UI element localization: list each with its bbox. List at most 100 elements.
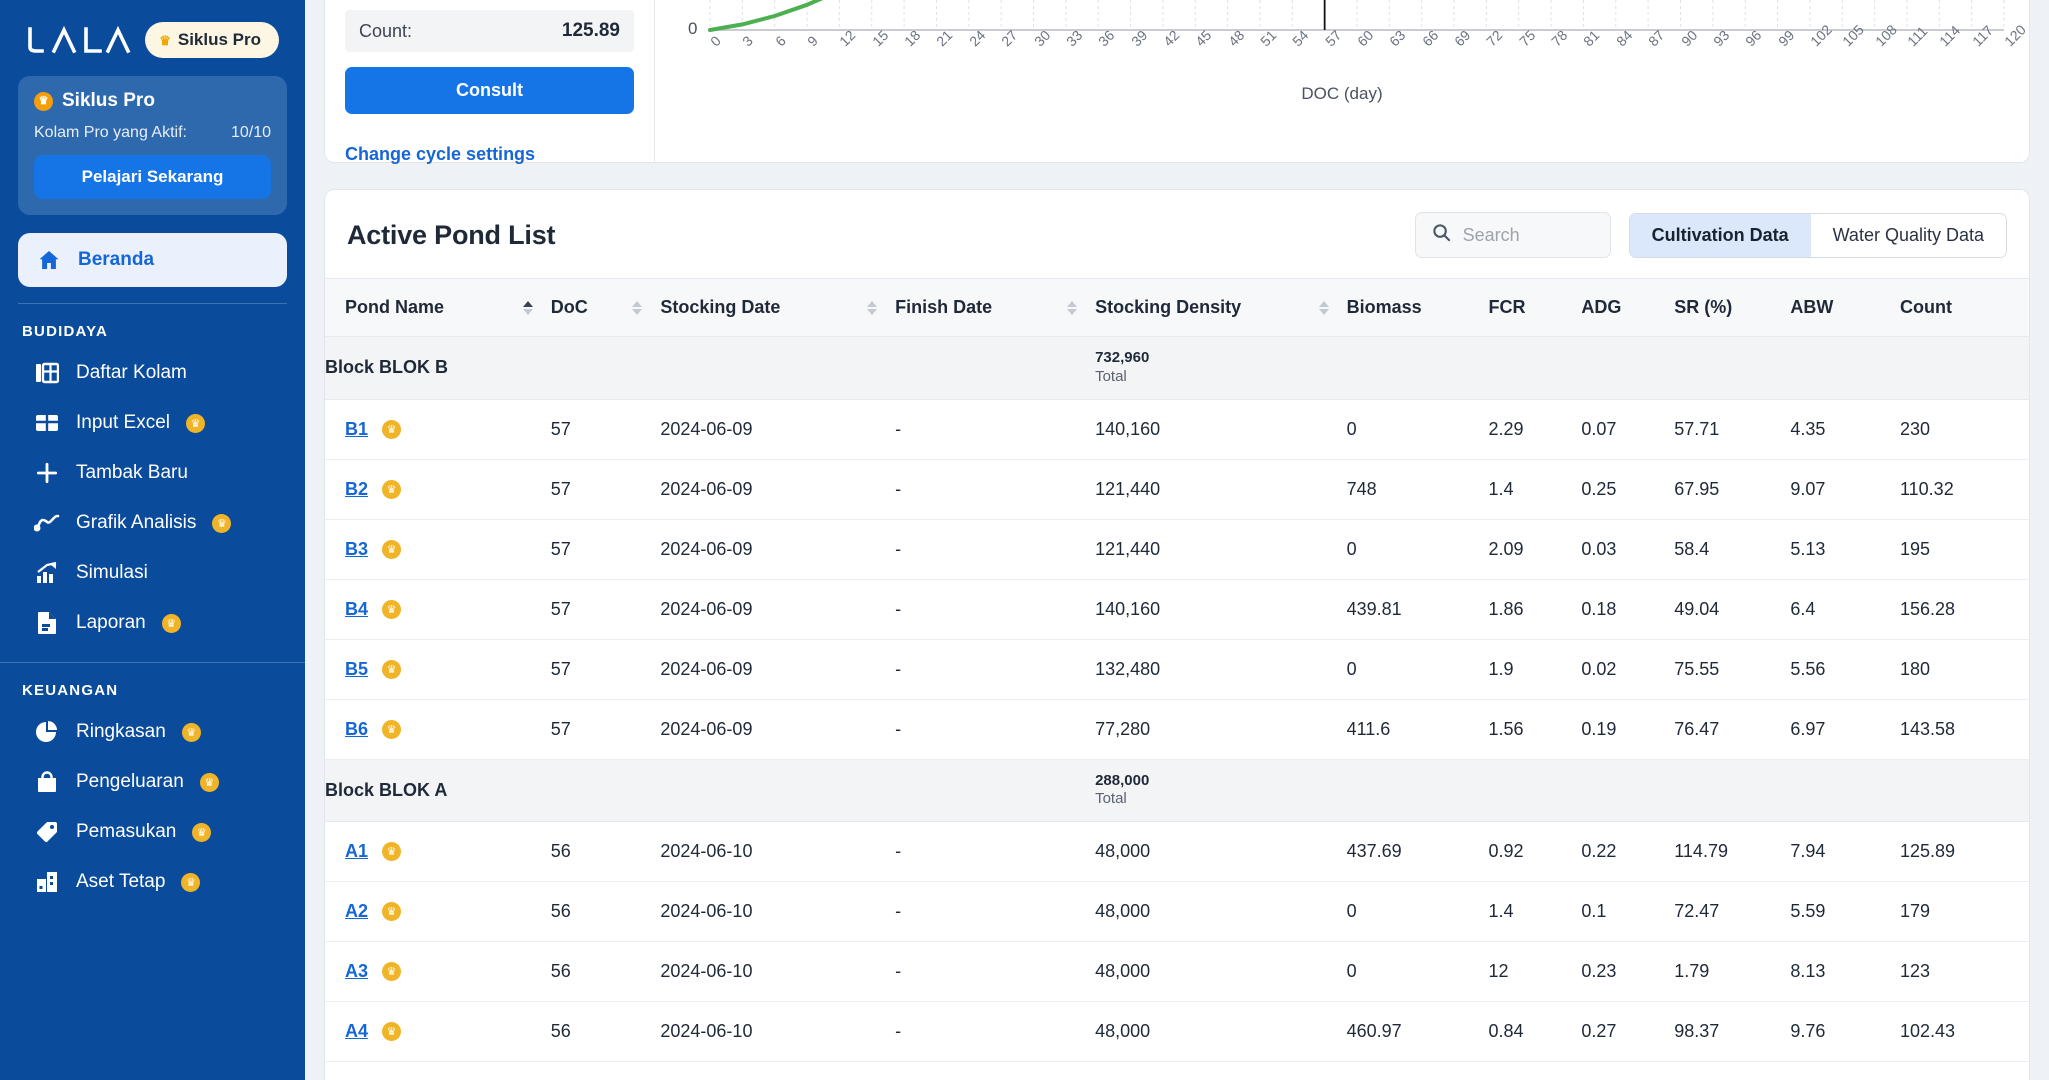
pond-name-link[interactable]: B5: [345, 659, 368, 680]
x-tick-label: 9: [804, 32, 821, 50]
jala-logo[interactable]: [26, 23, 134, 57]
column-header-adg-label: ADG: [1581, 297, 1622, 317]
sort-arrows-icon[interactable]: [522, 300, 533, 315]
crown-icon: ♛: [382, 902, 402, 921]
cell-doc: 57: [550, 399, 661, 460]
cell-abw: 5.59: [1790, 881, 1900, 942]
cell-pond-name: B6 ♛: [325, 699, 551, 760]
cell-count: 195: [1899, 519, 2029, 580]
cell-finish-date: -: [895, 519, 1096, 580]
column-header-stocking-density[interactable]: Stocking Density: [1095, 278, 1347, 337]
pond-name-link[interactable]: B1: [345, 419, 368, 440]
sidebar-item-pemasukan[interactable]: Pemasukan ♛: [0, 807, 305, 857]
column-header-finish-date[interactable]: Finish Date: [895, 278, 1096, 337]
sidebar-item-beranda-label: Beranda: [78, 249, 155, 270]
sidebar-item-ringkasan[interactable]: Ringkasan ♛: [0, 707, 305, 757]
column-header-biomass-label: Biomass: [1346, 297, 1422, 317]
pond-name-link[interactable]: A2: [345, 901, 368, 922]
crown-icon: ♛: [382, 599, 402, 619]
bar-chart-up-icon: [34, 560, 60, 586]
cell-sr: 72.47: [1674, 881, 1791, 942]
sidebar-item-laporan[interactable]: Laporan ♛: [0, 598, 305, 648]
tab-water-quality-data[interactable]: Water Quality Data: [1810, 213, 2006, 257]
main-content: Count: 125.89 Consult Change cycle setti…: [305, 0, 2049, 1080]
pond-name-link[interactable]: B3: [345, 539, 368, 560]
pond-name-link[interactable]: B6: [345, 719, 368, 740]
sidebar-section-keuangan-label: KEUANGAN: [22, 682, 119, 699]
group-total-cell: 288,000 Total: [1095, 759, 1347, 822]
pond-name-link[interactable]: A1: [345, 841, 368, 862]
column-header-doc[interactable]: DoC: [550, 278, 661, 337]
column-header-pond-name[interactable]: Pond Name: [325, 278, 551, 337]
pond-name-link[interactable]: B2: [345, 479, 368, 500]
pond-name-link[interactable]: A3: [345, 961, 368, 982]
cell-sr: 57.71: [1674, 399, 1791, 460]
cell-count: 110.32: [1899, 459, 2029, 520]
sort-arrows-icon[interactable]: [1067, 300, 1078, 315]
cell-finish-date: -: [895, 579, 1096, 640]
building-icon: [34, 869, 60, 895]
pond-table-body: Block BLOK B 732,960 Total B1 ♛ 57 2024-06-09-…: [325, 336, 2029, 1062]
sidebar-item-grafik-analisis[interactable]: Grafik Analisis ♛: [0, 498, 305, 548]
cell-stocking-date: 2024-06-10: [660, 821, 896, 882]
siklus-pro-pill[interactable]: ♛ Siklus Pro: [145, 22, 279, 58]
sidebar-item-aset-tetap[interactable]: Aset Tetap ♛: [0, 857, 305, 907]
sort-arrows-icon[interactable]: [632, 300, 643, 315]
sidebar: ♛ Siklus Pro ♛ Siklus Pro Kolam Pro yang…: [0, 0, 305, 1080]
cell-adg: 0.03: [1581, 519, 1675, 580]
pie-chart-icon: [34, 719, 60, 745]
sidebar-item-beranda[interactable]: Beranda: [18, 233, 287, 287]
cell-biomass: 0: [1346, 399, 1489, 460]
consult-button[interactable]: Consult: [345, 67, 634, 114]
pond-list-icon: [34, 360, 60, 386]
active-pro-ponds-label: Kolam Pro yang Aktif:: [34, 124, 187, 141]
crown-icon: ♛: [161, 613, 181, 633]
cell-adg: 0.1: [1581, 881, 1675, 942]
cell-finish-date: -: [895, 399, 1096, 460]
column-header-fcr: FCR: [1488, 278, 1582, 337]
sidebar-item-tambak-baru[interactable]: Tambak Baru: [0, 448, 305, 498]
cell-stocking-date: 2024-06-09: [660, 399, 896, 460]
sort-arrows-icon[interactable]: [1318, 300, 1329, 315]
sidebar-item-input-excel-label: Input Excel: [76, 412, 170, 433]
cycle-summary-left: Count: 125.89 Consult Change cycle setti…: [325, 0, 655, 165]
column-header-adg: ADG: [1581, 278, 1675, 337]
column-header-abw: ABW: [1790, 278, 1900, 337]
count-label: Count:: [359, 20, 413, 41]
tab-cultivation-data[interactable]: Cultivation Data: [1629, 213, 1811, 257]
pelajari-sekarang-button[interactable]: Pelajari Sekarang: [34, 155, 271, 199]
cell-doc: 56: [550, 941, 661, 1002]
crown-icon: ♛: [199, 772, 219, 792]
sort-arrows-icon[interactable]: [867, 300, 878, 315]
column-header-finish-date-label: Finish Date: [895, 297, 993, 317]
count-row: Count: 125.89: [345, 10, 634, 52]
table-icon: [34, 410, 60, 436]
group-total-value: 732,960: [1095, 349, 1150, 366]
sidebar-primary-nav: Beranda: [0, 215, 305, 304]
pond-name-link[interactable]: A4: [345, 1021, 368, 1042]
cell-abw: 5.13: [1790, 519, 1900, 580]
x-tick-label: 0: [707, 32, 724, 50]
sidebar-item-simulasi[interactable]: Simulasi: [0, 548, 305, 598]
group-total-label: Total: [1095, 790, 1127, 808]
column-header-stocking-date[interactable]: Stocking Date: [660, 278, 896, 337]
siklus-pro-pill-label: Siklus Pro: [177, 30, 261, 49]
cell-abw: 6.97: [1790, 699, 1900, 760]
search-box[interactable]: [1414, 212, 1611, 258]
cell-biomass: 0: [1346, 639, 1489, 700]
pond-name-link[interactable]: B4: [345, 599, 368, 620]
sidebar-item-daftar-kolam-label: Daftar Kolam: [76, 362, 187, 383]
column-header-pond-name-label: Pond Name: [345, 297, 445, 317]
cell-count: 179: [1899, 881, 2029, 942]
cell-adg: 0.07: [1581, 399, 1675, 460]
cell-doc: 57: [550, 699, 661, 760]
cell-stocking-density: 132,480: [1095, 639, 1347, 700]
sidebar-item-daftar-kolam[interactable]: Daftar Kolam: [0, 348, 305, 398]
sidebar-item-pengeluaran[interactable]: Pengeluaran ♛: [0, 757, 305, 807]
chart-plot-area: 0 0 3 6 9 12 15 18 21 24 27 30 33 36 39 42 45 48 51 54 57 60…: [655, 0, 2029, 162]
cell-adg: 0.23: [1581, 941, 1675, 1002]
change-cycle-settings-link[interactable]: Change cycle settings: [345, 144, 535, 165]
search-input[interactable]: [1462, 224, 1594, 246]
sidebar-item-input-excel[interactable]: Input Excel ♛: [0, 398, 305, 448]
crown-icon: ♛: [382, 659, 402, 679]
